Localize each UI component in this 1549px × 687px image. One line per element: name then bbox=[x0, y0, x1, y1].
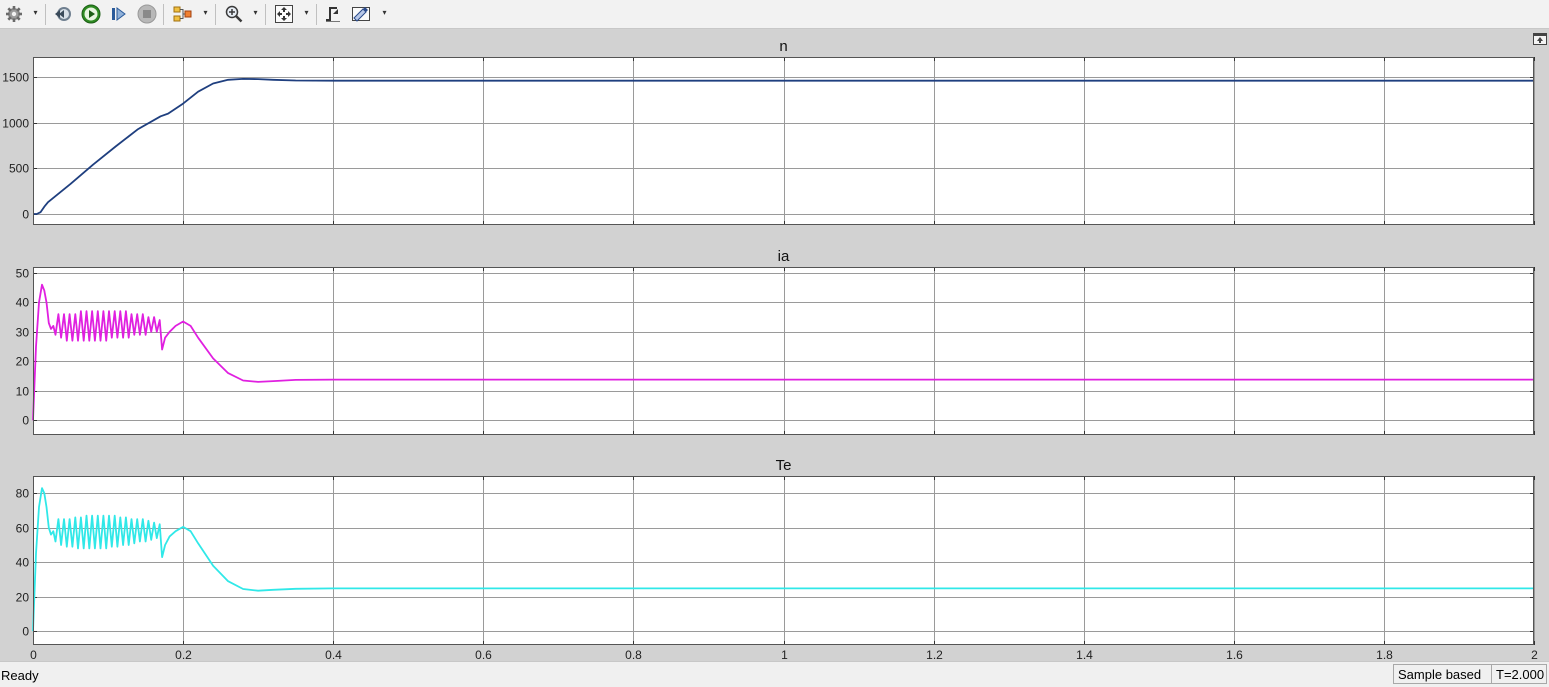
plot-area bbox=[33, 57, 1534, 225]
x-tick-label: 0.2 bbox=[175, 648, 192, 661]
y-tick-label: 60 bbox=[16, 522, 30, 536]
plot-n: 0 500 1000 1500 n bbox=[2, 38, 1535, 225]
dropdown-arrow-icon[interactable]: ▾ bbox=[32, 9, 39, 17]
plot-title: ia bbox=[778, 248, 790, 265]
y-tick-label: 20 bbox=[16, 591, 30, 605]
run-icon[interactable] bbox=[80, 3, 102, 25]
gear-icon[interactable] bbox=[3, 3, 25, 25]
toolbar-separator bbox=[215, 4, 216, 25]
plot-Te: 0 0.2 0.4 0.6 0.8 1 1.2 1.4 1.6 1.8 2020406080Te bbox=[16, 457, 1539, 661]
y-tick-label: 0 bbox=[22, 208, 29, 222]
y-tick-label: 80 bbox=[16, 487, 30, 501]
x-tick-label: 1.6 bbox=[1226, 648, 1243, 661]
step-forward-icon[interactable] bbox=[108, 3, 130, 25]
x-tick-label: 1.4 bbox=[1076, 648, 1093, 661]
rewind-icon[interactable] bbox=[52, 3, 74, 25]
plot-area bbox=[33, 267, 1534, 435]
measure-icon[interactable] bbox=[350, 3, 372, 25]
x-tick-label: 1 bbox=[781, 648, 788, 661]
y-tick-label: 50 bbox=[16, 267, 30, 281]
sample-mode-indicator: Sample based bbox=[1393, 664, 1492, 684]
toolbar-separator bbox=[316, 4, 317, 25]
status-text: Ready bbox=[1, 668, 39, 683]
y-tick-label: 30 bbox=[16, 326, 30, 340]
plot-title: Te bbox=[776, 457, 792, 474]
y-tick-label: 40 bbox=[16, 556, 30, 570]
x-tick-label: 0.4 bbox=[325, 648, 342, 661]
stop-icon[interactable] bbox=[136, 3, 158, 25]
x-tick-label: 2 bbox=[1531, 648, 1538, 661]
y-tick-label: 1000 bbox=[2, 117, 29, 131]
y-tick-label: 40 bbox=[16, 296, 30, 310]
x-tick-label: 0.6 bbox=[475, 648, 492, 661]
simulation-time-indicator: T=2.000 bbox=[1491, 664, 1547, 684]
toolbar-separator bbox=[163, 4, 164, 25]
zoom-icon[interactable] bbox=[223, 3, 245, 25]
y-tick-label: 500 bbox=[9, 162, 29, 176]
y-tick-label: 0 bbox=[22, 625, 29, 639]
toolbar-separator bbox=[265, 4, 266, 25]
dropdown-arrow-icon[interactable]: ▾ bbox=[303, 9, 310, 17]
y-tick-label: 1500 bbox=[2, 71, 29, 85]
dropdown-arrow-icon[interactable]: ▾ bbox=[202, 9, 209, 17]
x-tick-label: 1.2 bbox=[926, 648, 943, 661]
x-tick-label: 1.8 bbox=[1376, 648, 1393, 661]
highlight-block-icon[interactable] bbox=[172, 3, 194, 25]
plot-ia: 0 10 20 30 40 50 ia bbox=[16, 248, 1535, 435]
x-tick-label: 0.8 bbox=[625, 648, 642, 661]
plot-area bbox=[33, 476, 1534, 645]
x-tick-label: 0 bbox=[30, 648, 37, 661]
autoscale-icon[interactable] bbox=[273, 3, 295, 25]
y-tick-label: 0 bbox=[22, 414, 29, 428]
toolbar-separator bbox=[45, 4, 46, 25]
status-bar: Ready Sample based T=2.000 bbox=[0, 661, 1549, 687]
dropdown-arrow-icon[interactable]: ▾ bbox=[381, 9, 388, 17]
plot-title: n bbox=[779, 38, 787, 55]
dropdown-arrow-icon[interactable]: ▾ bbox=[252, 9, 259, 17]
toolbar: ▾ ▾ ▾ ▾ ▾ bbox=[0, 0, 1549, 29]
trigger-icon[interactable] bbox=[322, 3, 344, 25]
y-tick-label: 10 bbox=[16, 385, 30, 399]
scope-plots: 050010001500n01020304050ia0 0.2 0.4 0.6 0.8 1… bbox=[2, 38, 1539, 661]
y-tick-label: 20 bbox=[16, 355, 30, 369]
